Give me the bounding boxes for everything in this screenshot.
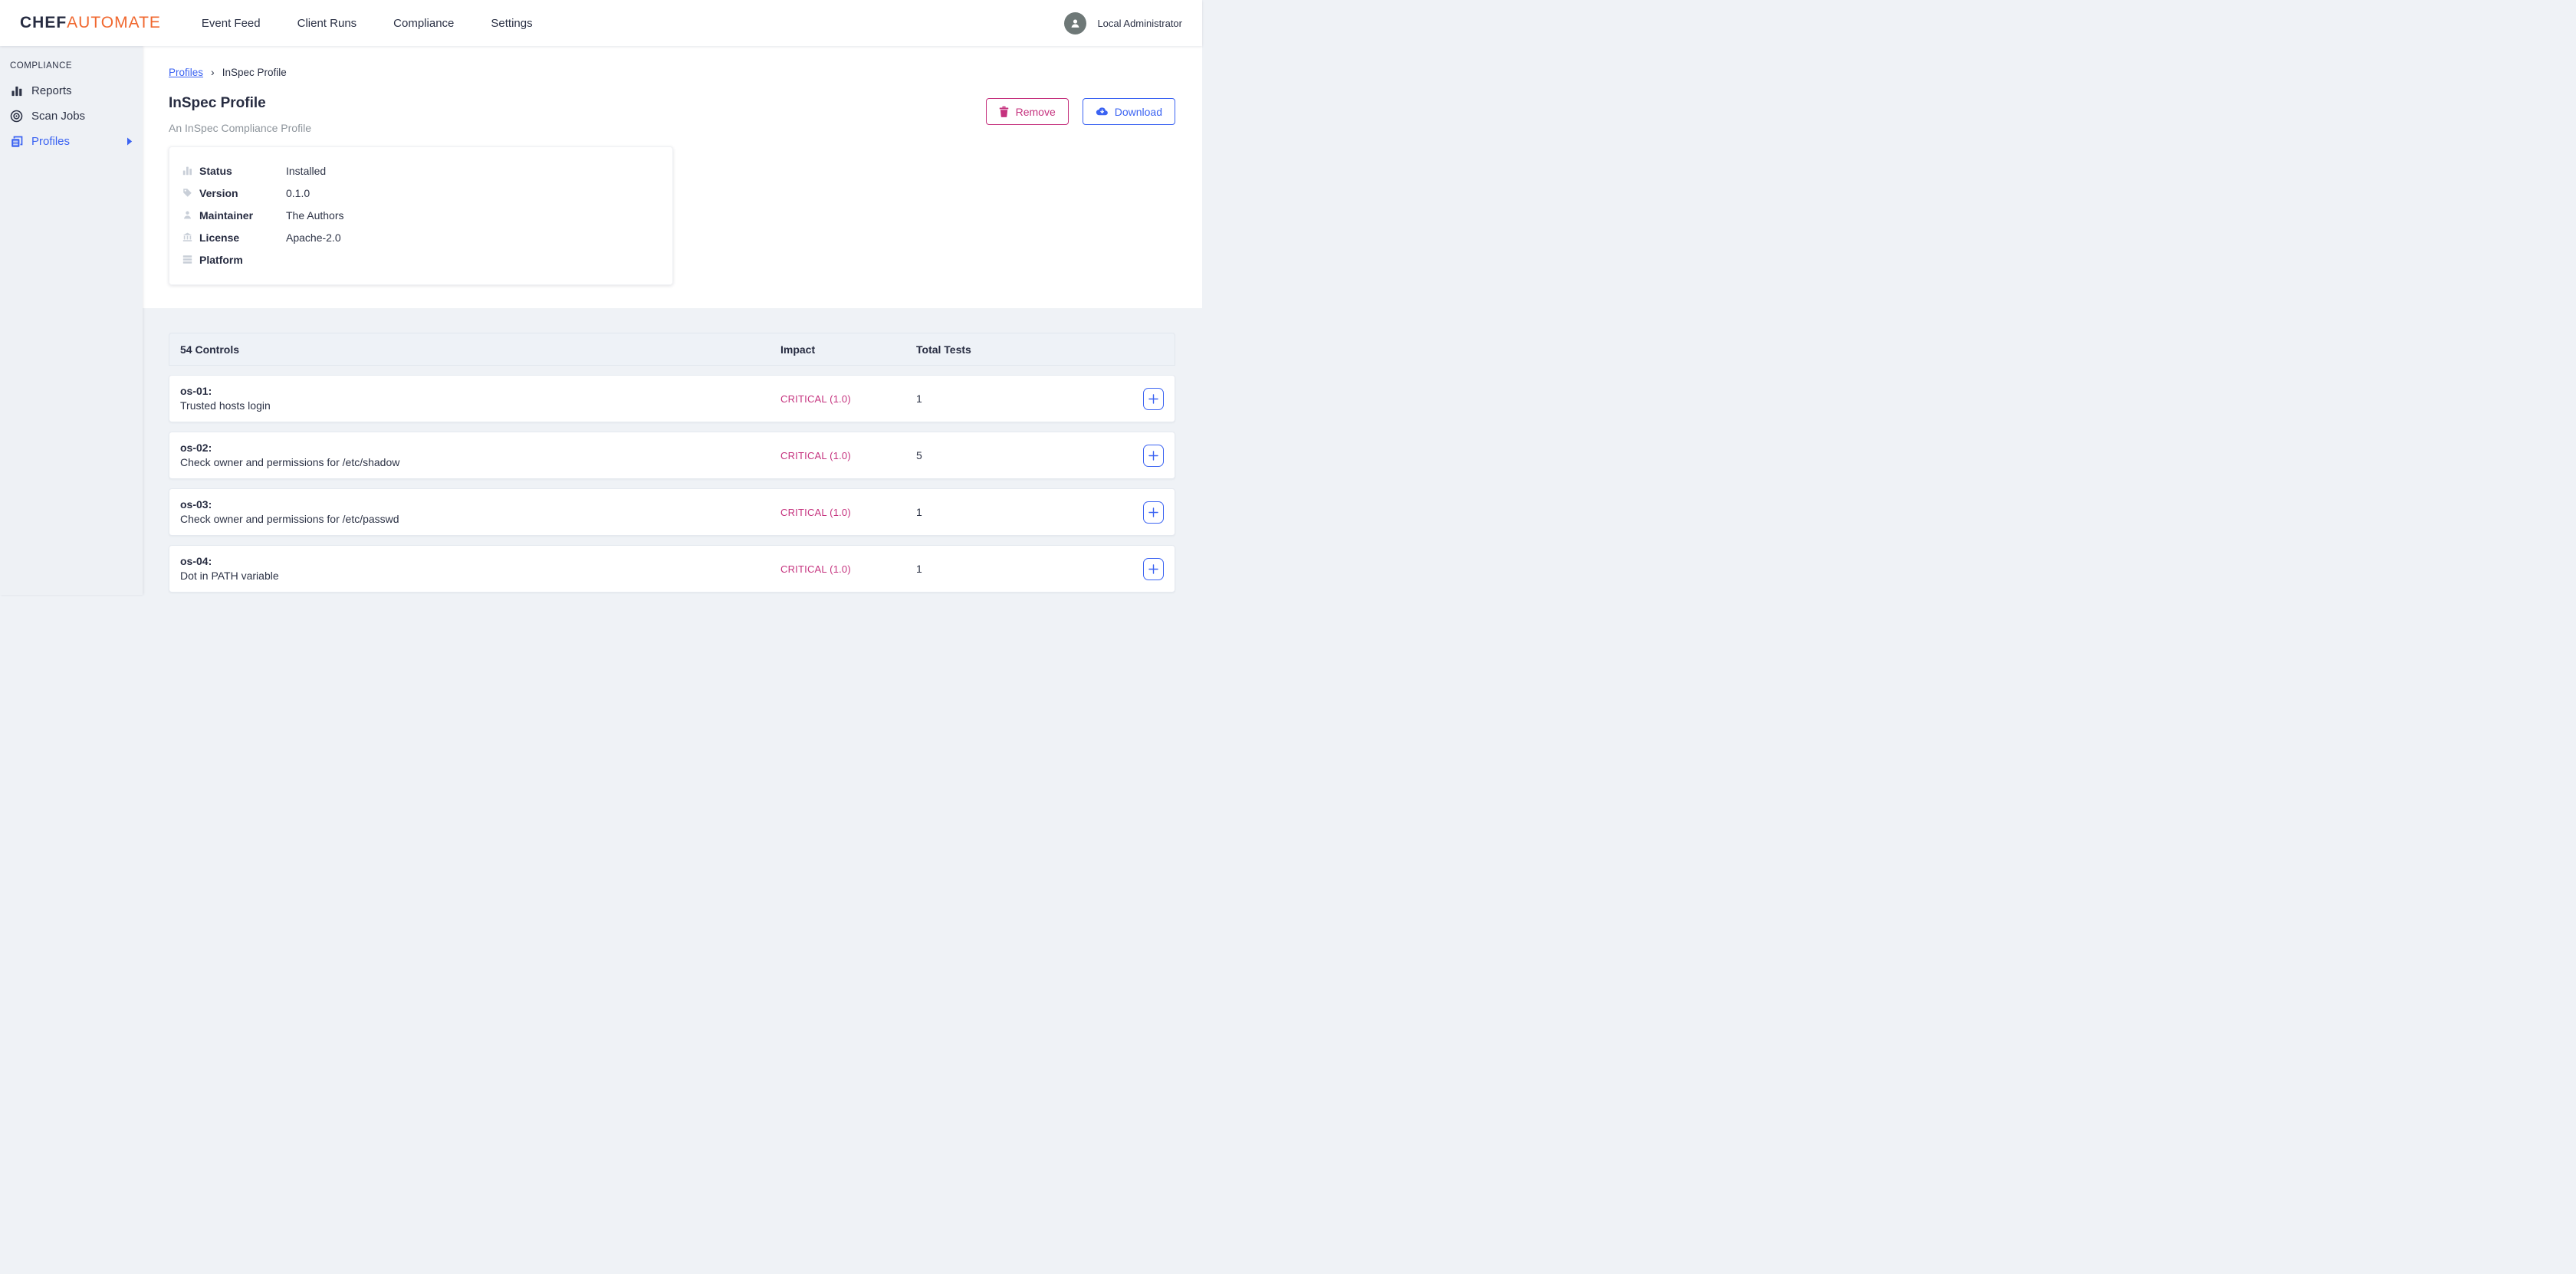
impact-badge: CRITICAL (1.0)	[780, 393, 916, 405]
detail-row-license: License Apache-2.0	[169, 226, 672, 248]
tag-icon	[182, 188, 199, 198]
detail-value: 0.1.0	[286, 187, 672, 199]
controls-table-header: 54 Controls Impact Total Tests	[169, 333, 1175, 366]
total-tests-value: 1	[916, 506, 1143, 518]
control-cell: os-01: Trusted hosts login	[180, 384, 780, 413]
control-row-os-04: os-04: Dot in PATH variable CRITICAL (1.…	[169, 545, 1175, 593]
download-button-label: Download	[1115, 106, 1162, 118]
breadcrumb-current: InSpec Profile	[222, 67, 287, 78]
impact-badge: CRITICAL (1.0)	[780, 450, 916, 461]
control-title: Check owner and permissions for /etc/pas…	[180, 512, 780, 527]
impact-badge: CRITICAL (1.0)	[780, 563, 916, 575]
top-bar: CHEFAUTOMATE Event Feed Client Runs Comp…	[0, 0, 1202, 46]
total-tests-value: 1	[916, 392, 1143, 405]
cloud-download-icon	[1096, 107, 1108, 117]
plus-icon	[1148, 564, 1158, 574]
sidebar-item-label: Profiles	[31, 135, 70, 148]
control-title: Dot in PATH variable	[180, 569, 780, 583]
breadcrumb: Profiles › InSpec Profile	[169, 66, 1175, 78]
control-row-os-01: os-01: Trusted hosts login CRITICAL (1.0…	[169, 375, 1175, 422]
plus-icon	[1148, 394, 1158, 404]
expand-control-button[interactable]	[1143, 388, 1164, 410]
control-id: os-04:	[180, 554, 780, 569]
sidebar-section-label: COMPLIANCE	[0, 61, 143, 71]
detail-label: License	[199, 231, 286, 244]
sidebar: COMPLIANCE Reports Scan Jobs Profiles	[0, 46, 143, 595]
chevron-right-icon[interactable]	[127, 137, 133, 146]
detail-value: Apache-2.0	[286, 231, 672, 244]
control-row-os-03: os-03: Check owner and permissions for /…	[169, 488, 1175, 536]
remove-button[interactable]: Remove	[986, 98, 1069, 125]
control-cell: os-02: Check owner and permissions for /…	[180, 441, 780, 470]
person-icon	[182, 210, 199, 220]
detail-row-status: Status Installed	[169, 159, 672, 182]
expand-control-button[interactable]	[1143, 445, 1164, 467]
bar-chart-icon	[10, 85, 23, 97]
control-title: Trusted hosts login	[180, 399, 780, 413]
breadcrumb-separator: ›	[211, 66, 215, 78]
detail-row-platform: Platform	[169, 248, 672, 271]
expand-control-button[interactable]	[1143, 501, 1164, 524]
detail-value: The Authors	[286, 209, 672, 222]
control-row-os-02: os-02: Check owner and permissions for /…	[169, 432, 1175, 479]
sidebar-item-reports[interactable]: Reports	[0, 78, 143, 103]
detail-row-version: Version 0.1.0	[169, 182, 672, 204]
chef-automate-logo[interactable]: CHEFAUTOMATE	[20, 14, 161, 32]
detail-label: Status	[199, 165, 286, 177]
list-icon	[182, 254, 199, 264]
download-button[interactable]: Download	[1083, 98, 1175, 125]
detail-label: Platform	[199, 254, 286, 266]
bank-icon	[182, 232, 199, 242]
sidebar-item-scan-jobs[interactable]: Scan Jobs	[0, 103, 143, 129]
profile-title-block: InSpec Profile An InSpec Compliance Prof…	[169, 95, 311, 134]
nav-settings[interactable]: Settings	[491, 17, 532, 30]
logo-chef-text: CHEF	[20, 14, 67, 31]
sidebar-item-profiles[interactable]: Profiles	[0, 129, 143, 154]
total-tests-value: 5	[916, 449, 1143, 461]
profile-detail-card: Status Installed Version 0.1.0 Maintaine…	[169, 146, 673, 285]
control-id: os-03:	[180, 497, 780, 512]
control-id: os-02:	[180, 441, 780, 455]
user-menu[interactable]: Local Administrator	[1064, 12, 1182, 34]
controls-section: 54 Controls Impact Total Tests os-01: Tr…	[143, 308, 1202, 595]
column-header-controls: 54 Controls	[180, 343, 780, 356]
sidebar-item-label: Scan Jobs	[31, 110, 85, 123]
column-header-total-tests: Total Tests	[916, 343, 1164, 356]
target-icon	[10, 110, 23, 123]
page-subtitle: An InSpec Compliance Profile	[169, 122, 311, 134]
user-avatar-icon	[1064, 12, 1086, 34]
logo-automate-text: AUTOMATE	[67, 14, 161, 31]
nav-client-runs[interactable]: Client Runs	[297, 17, 357, 30]
detail-label: Maintainer	[199, 209, 286, 222]
detail-label: Version	[199, 187, 286, 199]
expand-control-button[interactable]	[1143, 558, 1164, 580]
detail-row-maintainer: Maintainer The Authors	[169, 204, 672, 226]
breadcrumb-profiles-link[interactable]: Profiles	[169, 67, 203, 78]
user-name: Local Administrator	[1097, 18, 1182, 29]
status-bars-icon	[182, 166, 199, 176]
control-cell: os-03: Check owner and permissions for /…	[180, 497, 780, 527]
trash-icon	[999, 106, 1009, 117]
top-nav: Event Feed Client Runs Compliance Settin…	[202, 17, 533, 30]
column-header-impact: Impact	[780, 343, 916, 356]
control-cell: os-04: Dot in PATH variable	[180, 554, 780, 583]
page-title: InSpec Profile	[169, 95, 311, 112]
impact-badge: CRITICAL (1.0)	[780, 507, 916, 518]
plus-icon	[1148, 451, 1158, 461]
plus-icon	[1148, 507, 1158, 517]
documents-icon	[10, 136, 23, 148]
nav-compliance[interactable]: Compliance	[393, 17, 454, 30]
control-title: Check owner and permissions for /etc/sha…	[180, 455, 780, 470]
remove-button-label: Remove	[1016, 106, 1056, 118]
main-content: Profiles › InSpec Profile InSpec Profile…	[143, 46, 1202, 595]
detail-value: Installed	[286, 165, 672, 177]
sidebar-item-label: Reports	[31, 84, 72, 97]
profile-header-section: Profiles › InSpec Profile InSpec Profile…	[143, 46, 1202, 308]
total-tests-value: 1	[916, 563, 1143, 575]
control-id: os-01:	[180, 384, 780, 399]
nav-event-feed[interactable]: Event Feed	[202, 17, 261, 30]
